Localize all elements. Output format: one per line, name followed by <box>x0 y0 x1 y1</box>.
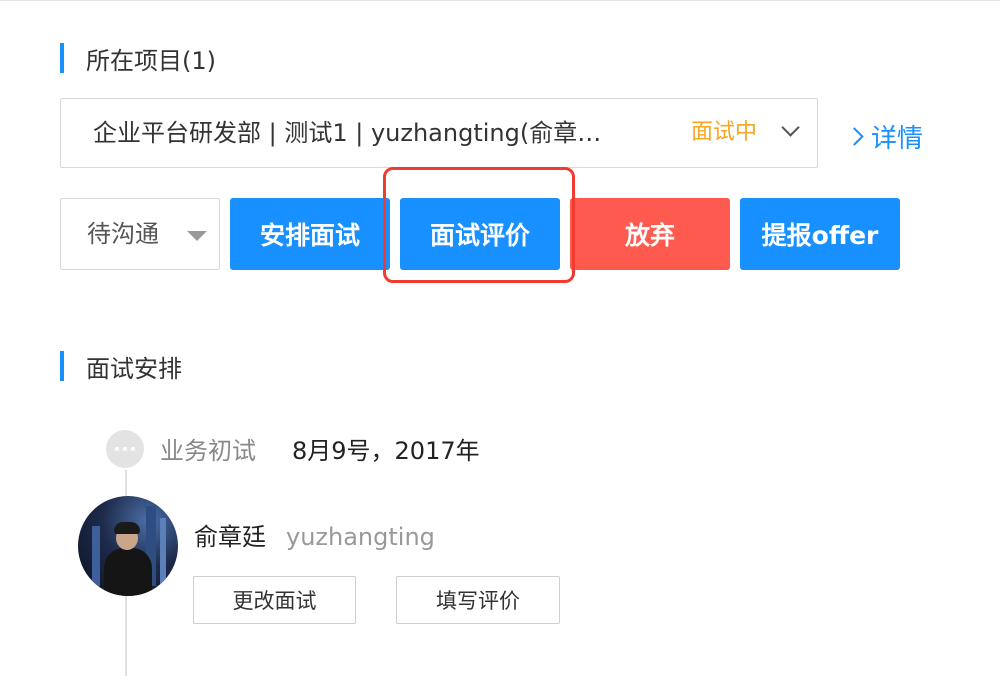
abandon-button[interactable]: 放弃 <box>570 198 730 270</box>
highlight-annotation <box>383 167 575 283</box>
section-interview-title: 面试安排 <box>86 354 182 383</box>
caret-down-icon <box>187 231 207 241</box>
change-interview-button[interactable]: 更改面试 <box>193 576 356 624</box>
section-project: 所在项目(1) <box>60 42 216 75</box>
section-accent-bar <box>60 43 64 73</box>
section-interview: 面试安排 <box>60 350 182 383</box>
project-name: 企业平台研发部 | 测试1 | yuzhangting(俞章… <box>93 119 602 147</box>
chevron-right-icon <box>845 126 864 146</box>
submit-offer-button[interactable]: 提报offer <box>740 198 900 270</box>
interview-date: 8月9号，2017年 <box>292 437 480 465</box>
status-dropdown[interactable]: 待沟通 <box>60 198 220 270</box>
project-select[interactable]: 企业平台研发部 | 测试1 | yuzhangting(俞章… 面试中 <box>60 98 818 168</box>
avatar <box>78 496 178 596</box>
chevron-down-icon <box>781 118 800 137</box>
more-dots-icon <box>106 430 144 468</box>
top-divider <box>0 0 1000 1</box>
section-project-title: 所在项目(1) <box>86 46 216 75</box>
detail-link-label: 详情 <box>871 123 924 154</box>
interviewer-name: 俞章廷 <box>194 523 266 551</box>
detail-link[interactable]: 详情 <box>845 118 924 154</box>
arrange-interview-button[interactable]: 安排面试 <box>230 198 390 270</box>
status-dropdown-label: 待沟通 <box>87 220 159 248</box>
interview-type: 业务初试 <box>160 437 256 465</box>
interviewer-id: yuzhangting <box>286 523 435 551</box>
fill-evaluation-button[interactable]: 填写评价 <box>396 576 560 624</box>
section-accent-bar <box>60 351 64 381</box>
project-status: 面试中 <box>691 120 758 145</box>
